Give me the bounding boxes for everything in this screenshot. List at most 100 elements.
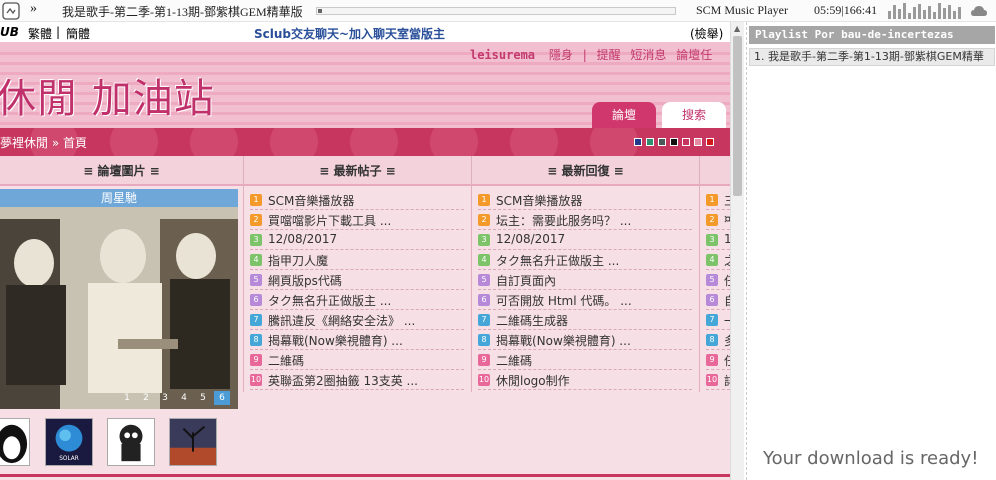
- solar-thumb[interactable]: SOLAR: [45, 418, 93, 466]
- style-swatch[interactable]: [694, 138, 702, 146]
- latest-reply-row[interactable]: 10 休閒logo制作: [478, 370, 692, 390]
- latest-reply-row[interactable]: 6 可否開放 Html 代碼。 ...: [478, 290, 692, 310]
- latest-post-row[interactable]: 10 英聯盃第2圈抽籤 13支英 ...: [250, 370, 464, 390]
- latest-post-row[interactable]: 3 12/08/2017: [250, 230, 464, 250]
- lang-traditional-link[interactable]: 繁體: [28, 25, 52, 42]
- marquee-link[interactable]: Sclub交友聊天~加入聊天室當版主: [254, 25, 445, 42]
- latest-post-title[interactable]: タク無名升正做版主 ...: [268, 292, 391, 309]
- rank-badge-icon: 7: [706, 314, 718, 326]
- cloud-icon[interactable]: [970, 4, 988, 18]
- slide-page-button[interactable]: 4: [176, 391, 192, 405]
- latest-post-row[interactable]: 5 網頁版ps代碼: [250, 270, 464, 290]
- extra-item-row[interactable]: 5任: [706, 270, 730, 290]
- rank-badge-icon: 1: [250, 194, 262, 206]
- latest-reply-row[interactable]: 8 揭幕戰(Now樂視體育) ...: [478, 330, 692, 350]
- latest-post-title[interactable]: 12/08/2017: [268, 232, 337, 246]
- latest-reply-title[interactable]: 二維碼生成器: [496, 312, 568, 329]
- progress-knob[interactable]: [318, 9, 322, 13]
- latest-reply-row[interactable]: 4 タク無名升正做版主 ...: [478, 250, 692, 270]
- latest-reply-row[interactable]: 2 坛主：需要此服务吗？ ...: [478, 210, 692, 230]
- latest-posts-list: 1 SCM音樂播放器 2 買噹噹影片下載工具 ... 3 12/08/2017 4 指甲刀人魔…: [250, 190, 464, 390]
- latest-post-title[interactable]: 指甲刀人魔: [268, 252, 328, 269]
- cat-thumb[interactable]: [107, 418, 155, 466]
- slide-page-button[interactable]: 5: [195, 391, 211, 405]
- latest-post-row[interactable]: 4 指甲刀人魔: [250, 250, 464, 270]
- latest-reply-title[interactable]: SCM音樂播放器: [496, 192, 582, 209]
- forum-banner: 休閒 加油站 leisurema 隱身 | 提醒 短消息 論壇任 論壇 搜索: [0, 42, 730, 128]
- latest-post-row[interactable]: 1 SCM音樂播放器: [250, 190, 464, 210]
- extra-item-row[interactable]: 8多: [706, 330, 730, 350]
- latest-post-title[interactable]: 揭幕戰(Now樂視體育) ...: [268, 332, 403, 349]
- latest-reply-row[interactable]: 9 二維碼: [478, 350, 692, 370]
- report-link[interactable]: (檢舉): [690, 25, 723, 42]
- tree-thumb[interactable]: [169, 418, 217, 466]
- page-root: » 我是歌手-第二季-第1-13期-鄧紫棋GEM精華版 SCM Music Pl…: [0, 0, 996, 480]
- latest-reply-title[interactable]: 揭幕戰(Now樂視體育) ...: [496, 332, 631, 349]
- rank-badge-icon: 4: [478, 254, 490, 266]
- rank-badge-icon: 5: [478, 274, 490, 286]
- extra-item-row[interactable]: 2¤: [706, 210, 730, 230]
- latest-post-row[interactable]: 9 二維碼: [250, 350, 464, 370]
- style-swatch[interactable]: [682, 138, 690, 146]
- latest-reply-row[interactable]: 7 二維碼生成器: [478, 310, 692, 330]
- forum-logo[interactable]: 休閒 加油站: [0, 66, 215, 124]
- equalizer-icon[interactable]: [888, 3, 962, 19]
- invisible-link[interactable]: 隱身: [549, 48, 573, 62]
- extra-item-row[interactable]: 1三: [706, 190, 730, 210]
- latest-post-title[interactable]: SCM音樂播放器: [268, 192, 354, 209]
- tab-forum[interactable]: 論壇: [592, 102, 656, 128]
- latest-reply-title[interactable]: 二維碼: [496, 352, 532, 369]
- latest-post-title[interactable]: 騰訊違反《網絡安全法》 ...: [268, 312, 415, 329]
- image-slideshow[interactable]: 周星馳 123456: [0, 189, 238, 409]
- username-link[interactable]: leisurema: [470, 48, 535, 62]
- latest-reply-title[interactable]: 可否開放 Html 代碼。 ...: [496, 292, 632, 309]
- latest-post-row[interactable]: 6 タク無名升正做版主 ...: [250, 290, 464, 310]
- playlist-item[interactable]: 1. 我是歌手-第二季-第1-13期-鄧紫棋GEM精華: [749, 48, 995, 66]
- extra-item-row[interactable]: 10詳: [706, 370, 730, 390]
- lang-simplified-link[interactable]: 簡體: [66, 25, 90, 42]
- latest-reply-title[interactable]: 坛主：需要此服务吗？ ...: [496, 212, 631, 229]
- latest-reply-title[interactable]: 休閒logo制作: [496, 372, 570, 389]
- style-swatch[interactable]: [646, 138, 654, 146]
- style-swatch[interactable]: [706, 138, 714, 146]
- extra-item-row[interactable]: 4之: [706, 250, 730, 270]
- forum-tasks-link[interactable]: 論壇任: [676, 48, 712, 62]
- latest-post-title[interactable]: 網頁版ps代碼: [268, 272, 342, 289]
- style-swatch[interactable]: [658, 138, 666, 146]
- app-logo-icon[interactable]: [2, 2, 20, 20]
- user-links: leisurema 隱身 | 提醒 短消息 論壇任: [470, 46, 718, 63]
- scroll-thumb[interactable]: [733, 36, 742, 196]
- playlist-title: Playlist Por bau-de-incertezas: [749, 26, 995, 44]
- slide-page-button[interactable]: 3: [157, 391, 173, 405]
- scroll-up-icon[interactable]: ▲: [734, 24, 740, 33]
- latest-reply-title[interactable]: 自訂頁面內: [496, 272, 556, 289]
- style-swatch[interactable]: [634, 138, 642, 146]
- extra-item-row[interactable]: 6自: [706, 290, 730, 310]
- slide-page-button[interactable]: 1: [119, 391, 135, 405]
- latest-reply-title[interactable]: タク無名升正做版主 ...: [496, 252, 619, 269]
- latest-post-title[interactable]: 二維碼: [268, 352, 304, 369]
- messages-link[interactable]: 短消息: [630, 48, 666, 62]
- slide-page-button[interactable]: 6: [214, 391, 230, 405]
- latest-post-row[interactable]: 2 買噹噹影片下載工具 ...: [250, 210, 464, 230]
- slide-page-button[interactable]: 2: [138, 391, 154, 405]
- latest-reply-row[interactable]: 3 12/08/2017: [478, 230, 692, 250]
- latest-reply-row[interactable]: 5 自訂頁面內: [478, 270, 692, 290]
- style-swatch[interactable]: [670, 138, 678, 146]
- extra-item-row[interactable]: 7一: [706, 310, 730, 330]
- latest-post-title[interactable]: 英聯盃第2圈抽籤 13支英 ...: [268, 372, 418, 389]
- latest-post-row[interactable]: 8 揭幕戰(Now樂視體育) ...: [250, 330, 464, 350]
- penguin-thumb[interactable]: [0, 418, 30, 466]
- forum-scrollbar[interactable]: ▲: [730, 22, 744, 480]
- breadcrumb[interactable]: 夢裡休閒 » 首頁: [0, 134, 87, 151]
- latest-reply-title[interactable]: 12/08/2017: [496, 232, 565, 246]
- tab-search[interactable]: 搜索: [662, 102, 726, 128]
- latest-reply-row[interactable]: 1 SCM音樂播放器: [478, 190, 692, 210]
- skip-forward-icon[interactable]: »: [30, 1, 37, 17]
- latest-post-title[interactable]: 買噹噹影片下載工具 ...: [268, 212, 391, 229]
- extra-item-row[interactable]: 31: [706, 230, 730, 250]
- progress-bar[interactable]: [316, 7, 676, 15]
- latest-post-row[interactable]: 7 騰訊違反《網絡安全法》 ...: [250, 310, 464, 330]
- extra-item-row[interactable]: 9任: [706, 350, 730, 370]
- notify-link[interactable]: 提醒: [597, 48, 621, 62]
